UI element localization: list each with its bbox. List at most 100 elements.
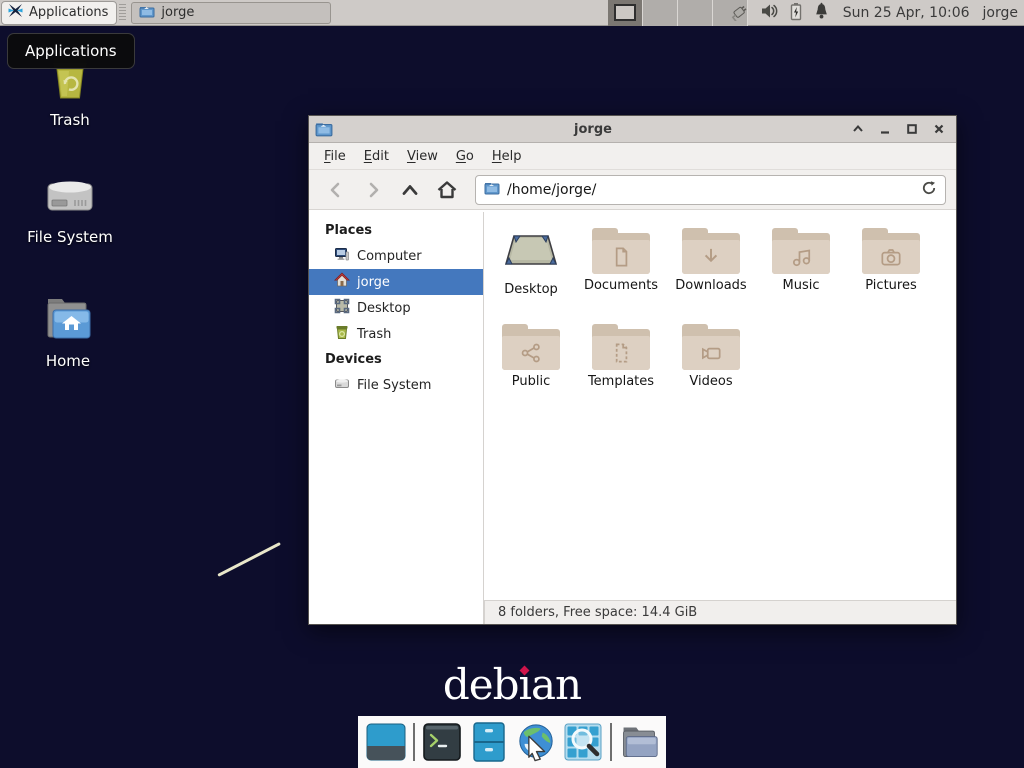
show-desktop-icon[interactable] <box>366 722 406 762</box>
maximize-button[interactable] <box>905 122 919 136</box>
reload-icon[interactable] <box>921 180 937 200</box>
file-item-label: Desktop <box>504 282 558 297</box>
sidebar-item-label: Desktop <box>357 301 411 316</box>
file-item-public[interactable]: Public <box>486 322 576 410</box>
panel-clock[interactable]: Sun 25 Apr, 10:06 <box>843 5 970 21</box>
file-item-pictures[interactable]: Pictures <box>846 226 936 314</box>
sidebar-item-file-system[interactable]: File System <box>309 372 483 398</box>
file-item-label: Videos <box>689 374 732 389</box>
battery-charging-icon[interactable] <box>788 2 804 25</box>
file-item-desktop[interactable]: Desktop <box>486 226 576 314</box>
folder-video-icon <box>682 324 740 370</box>
places-header: Places <box>309 218 483 243</box>
trash-icon <box>334 324 350 344</box>
desktop-icon-label: Trash <box>50 111 90 129</box>
debian-i-diamond: ı <box>519 660 531 709</box>
taskbar-folder-icon <box>139 4 155 22</box>
file-view[interactable]: Desktop Documents <box>484 212 956 624</box>
status-text: 8 folders, Free space: 14.4 GiB <box>498 605 697 620</box>
file-item-videos[interactable]: Videos <box>666 322 756 410</box>
dock-separator <box>413 723 415 761</box>
hard-drive-icon <box>45 172 95 222</box>
folder-document-icon <box>592 228 650 274</box>
bottom-dock <box>358 716 666 768</box>
shade-button[interactable] <box>851 122 865 136</box>
sidebar-item-label: jorge <box>357 275 390 290</box>
dock-folder-icon[interactable] <box>619 722 659 762</box>
sidebar-item-trash[interactable]: Trash <box>309 321 483 347</box>
web-browser-icon[interactable] <box>516 722 556 762</box>
network-plug-icon[interactable] <box>729 1 751 25</box>
toolbar: /home/jorge/ <box>309 170 956 210</box>
file-item-templates[interactable]: Templates <box>576 322 666 410</box>
menu-file[interactable]: File <box>315 143 355 169</box>
menu-view[interactable]: View <box>398 143 447 169</box>
sidebar-item-computer[interactable]: Computer <box>309 243 483 269</box>
dock-separator <box>610 723 612 761</box>
minimize-button[interactable] <box>878 122 892 136</box>
file-cabinet-icon[interactable] <box>469 722 509 762</box>
home-button[interactable] <box>430 176 463 204</box>
panel-username[interactable]: jorge <box>983 5 1018 21</box>
applications-tooltip: Applications <box>7 33 135 69</box>
drive-icon <box>334 375 350 395</box>
file-item-downloads[interactable]: Downloads <box>666 226 756 314</box>
desktop-icon-file-system[interactable]: File System <box>15 172 125 246</box>
volume-icon[interactable] <box>760 2 779 24</box>
desktop-scratch-line <box>217 542 281 577</box>
desktop-icon <box>334 298 350 318</box>
workspace-3[interactable] <box>678 0 713 26</box>
desktop-special-icon <box>502 228 560 278</box>
panel-grip-handle[interactable] <box>119 4 126 22</box>
path-text[interactable]: /home/jorge/ <box>507 182 914 198</box>
path-bar[interactable]: /home/jorge/ <box>475 175 946 205</box>
workspace-2[interactable] <box>643 0 678 26</box>
file-item-documents[interactable]: Documents <box>576 226 666 314</box>
top-panel: Applications jorge <box>0 0 1024 26</box>
window-titlebar[interactable]: jorge <box>309 116 956 143</box>
applications-tooltip-text: Applications <box>25 42 117 60</box>
window-folder-icon <box>315 121 335 137</box>
folder-music-icon <box>772 228 830 274</box>
file-item-label: Templates <box>588 374 654 389</box>
sidebar-item-label: Trash <box>357 327 391 342</box>
xfce-menu-icon <box>7 2 24 23</box>
taskbar-window-button[interactable]: jorge <box>131 2 331 24</box>
side-pane: Places Computer <box>309 212 484 624</box>
file-item-label: Pictures <box>865 278 916 293</box>
computer-icon <box>334 246 350 266</box>
debian-wordmark: debıan <box>0 660 1024 709</box>
menu-go[interactable]: Go <box>447 143 483 169</box>
menu-edit[interactable]: Edit <box>355 143 398 169</box>
status-bar: 8 folders, Free space: 14.4 GiB <box>484 600 956 624</box>
file-item-music[interactable]: Music <box>756 226 846 314</box>
notification-bell-icon[interactable] <box>813 2 830 25</box>
app-finder-icon[interactable] <box>563 722 603 762</box>
folder-share-icon <box>502 324 560 370</box>
menu-help[interactable]: Help <box>483 143 531 169</box>
file-item-label: Downloads <box>675 278 746 293</box>
desktop-icon-label: Home <box>46 352 90 370</box>
window-title: jorge <box>335 122 851 137</box>
workspace-1[interactable] <box>608 0 643 26</box>
folder-template-icon <box>592 324 650 370</box>
devices-header: Devices <box>309 347 483 372</box>
close-button[interactable] <box>932 122 946 136</box>
applications-menu-button[interactable]: Applications <box>1 1 117 25</box>
forward-button[interactable] <box>356 176 389 204</box>
file-manager-window[interactable]: jorge File Edit View Go Help <box>308 115 957 625</box>
sidebar-item-desktop[interactable]: Desktop <box>309 295 483 321</box>
sidebar-item-label: File System <box>357 378 431 393</box>
terminal-icon[interactable] <box>422 722 462 762</box>
system-tray: Sun 25 Apr, 10:06 jorge <box>729 0 1018 26</box>
sidebar-item-jorge[interactable]: jorge <box>309 269 483 295</box>
desktop-root: Applications jorge <box>0 0 1024 768</box>
desktop-icon-home[interactable]: Home <box>13 294 123 370</box>
workspace-switcher[interactable] <box>608 0 748 26</box>
home-icon <box>334 272 350 292</box>
back-button[interactable] <box>319 176 352 204</box>
pathbar-folder-icon <box>484 180 500 199</box>
up-button[interactable] <box>393 176 426 204</box>
sidebar-item-label: Computer <box>357 249 422 264</box>
folder-download-icon <box>682 228 740 274</box>
